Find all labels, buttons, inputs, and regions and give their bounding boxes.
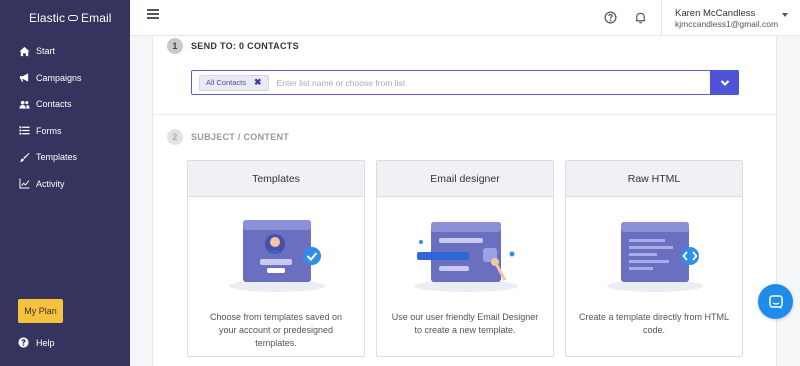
sidebar-item-templates[interactable]: Templates bbox=[0, 144, 130, 171]
user-email: kjmccandless1@gmail.com bbox=[675, 19, 779, 29]
templates-illustration bbox=[229, 220, 325, 292]
logo-text-right: Email bbox=[81, 11, 112, 25]
card-description: Choose from templates saved on your acco… bbox=[209, 312, 343, 348]
tag-label: All Contacts bbox=[206, 78, 247, 87]
user-menu[interactable]: Karen McCandless kjmccandless1@gmail.com bbox=[675, 8, 778, 30]
sidebar: Elastic Email Start Campaigns Contacts F… bbox=[0, 0, 130, 366]
logo[interactable]: Elastic Email bbox=[29, 11, 112, 25]
campaign-panel: 1 SEND TO: 0 CONTACTS All Contacts ✖ 2 S… bbox=[152, 36, 777, 366]
my-plan-button[interactable]: My Plan bbox=[18, 299, 63, 323]
chart-line-icon bbox=[18, 178, 30, 190]
sidebar-item-contacts[interactable]: Contacts bbox=[0, 91, 130, 118]
list-search-input[interactable] bbox=[276, 77, 697, 88]
step-title: SUBJECT / CONTENT bbox=[191, 132, 290, 142]
raw-html-illustration bbox=[607, 222, 703, 292]
users-icon bbox=[18, 98, 30, 110]
card-title: Templates bbox=[188, 161, 364, 197]
brush-icon bbox=[18, 151, 30, 163]
sidebar-item-activity[interactable]: Activity bbox=[0, 171, 130, 198]
step-number: 1 bbox=[167, 38, 183, 54]
user-name: Karen McCandless bbox=[675, 8, 756, 19]
card-description: Use our user friendly Email Designer to … bbox=[391, 312, 539, 335]
question-circle-icon bbox=[18, 337, 30, 349]
section-divider bbox=[153, 114, 776, 115]
contact-list-selector[interactable]: All Contacts ✖ bbox=[191, 70, 739, 95]
bell-icon[interactable] bbox=[634, 11, 647, 24]
home-icon bbox=[18, 45, 30, 57]
help-label: Help bbox=[36, 338, 55, 348]
email-designer-illustration bbox=[414, 222, 518, 292]
chat-icon bbox=[768, 294, 783, 309]
menu-toggle-icon[interactable] bbox=[147, 9, 159, 21]
card-title: Raw HTML bbox=[566, 161, 742, 197]
chevron-down-icon bbox=[720, 79, 729, 86]
list-icon bbox=[18, 125, 30, 137]
step-subject-content: 2 SUBJECT / CONTENT bbox=[167, 129, 289, 145]
sidebar-item-label: Start bbox=[36, 46, 56, 57]
sidebar-item-start[interactable]: Start bbox=[0, 38, 130, 65]
sidebar-item-campaigns[interactable]: Campaigns bbox=[0, 65, 130, 92]
logo-mark-icon bbox=[68, 15, 79, 21]
chat-launcher-button[interactable] bbox=[758, 284, 793, 319]
step-title: SEND TO: 0 CONTACTS bbox=[191, 41, 299, 51]
help-circle-icon[interactable] bbox=[604, 11, 617, 24]
sidebar-item-label: Templates bbox=[36, 152, 78, 163]
logo-text-left: Elastic bbox=[29, 11, 66, 25]
sidebar-item-label: Activity bbox=[36, 178, 65, 189]
sidebar-item-forms[interactable]: Forms bbox=[0, 118, 130, 145]
sidebar-item-label: Contacts bbox=[36, 99, 72, 110]
card-description: Create a template directly from HTML cod… bbox=[578, 312, 730, 335]
list-dropdown-button[interactable] bbox=[710, 70, 739, 95]
sidebar-nav: Start Campaigns Contacts Forms Templates bbox=[0, 38, 130, 197]
step-send-to: 1 SEND TO: 0 CONTACTS bbox=[167, 38, 299, 54]
step-number: 2 bbox=[167, 129, 183, 145]
user-menu-caret-icon[interactable] bbox=[782, 13, 788, 17]
help-link[interactable]: Help bbox=[18, 337, 55, 349]
raw-html-card[interactable]: Raw HTML Create a template directly from… bbox=[565, 160, 743, 357]
user-divider bbox=[661, 0, 662, 36]
email-designer-card[interactable]: Email designer Use our user friendly Ema… bbox=[376, 160, 554, 357]
sidebar-item-label: Forms bbox=[36, 125, 62, 136]
templates-card[interactable]: Templates Choose from templates saved on… bbox=[187, 160, 365, 357]
bullhorn-icon bbox=[18, 72, 30, 84]
remove-tag-icon[interactable]: ✖ bbox=[254, 77, 262, 88]
selected-list-tag: All Contacts ✖ bbox=[199, 74, 269, 91]
card-title: Email designer bbox=[377, 161, 553, 197]
sidebar-item-label: Campaigns bbox=[36, 72, 82, 83]
